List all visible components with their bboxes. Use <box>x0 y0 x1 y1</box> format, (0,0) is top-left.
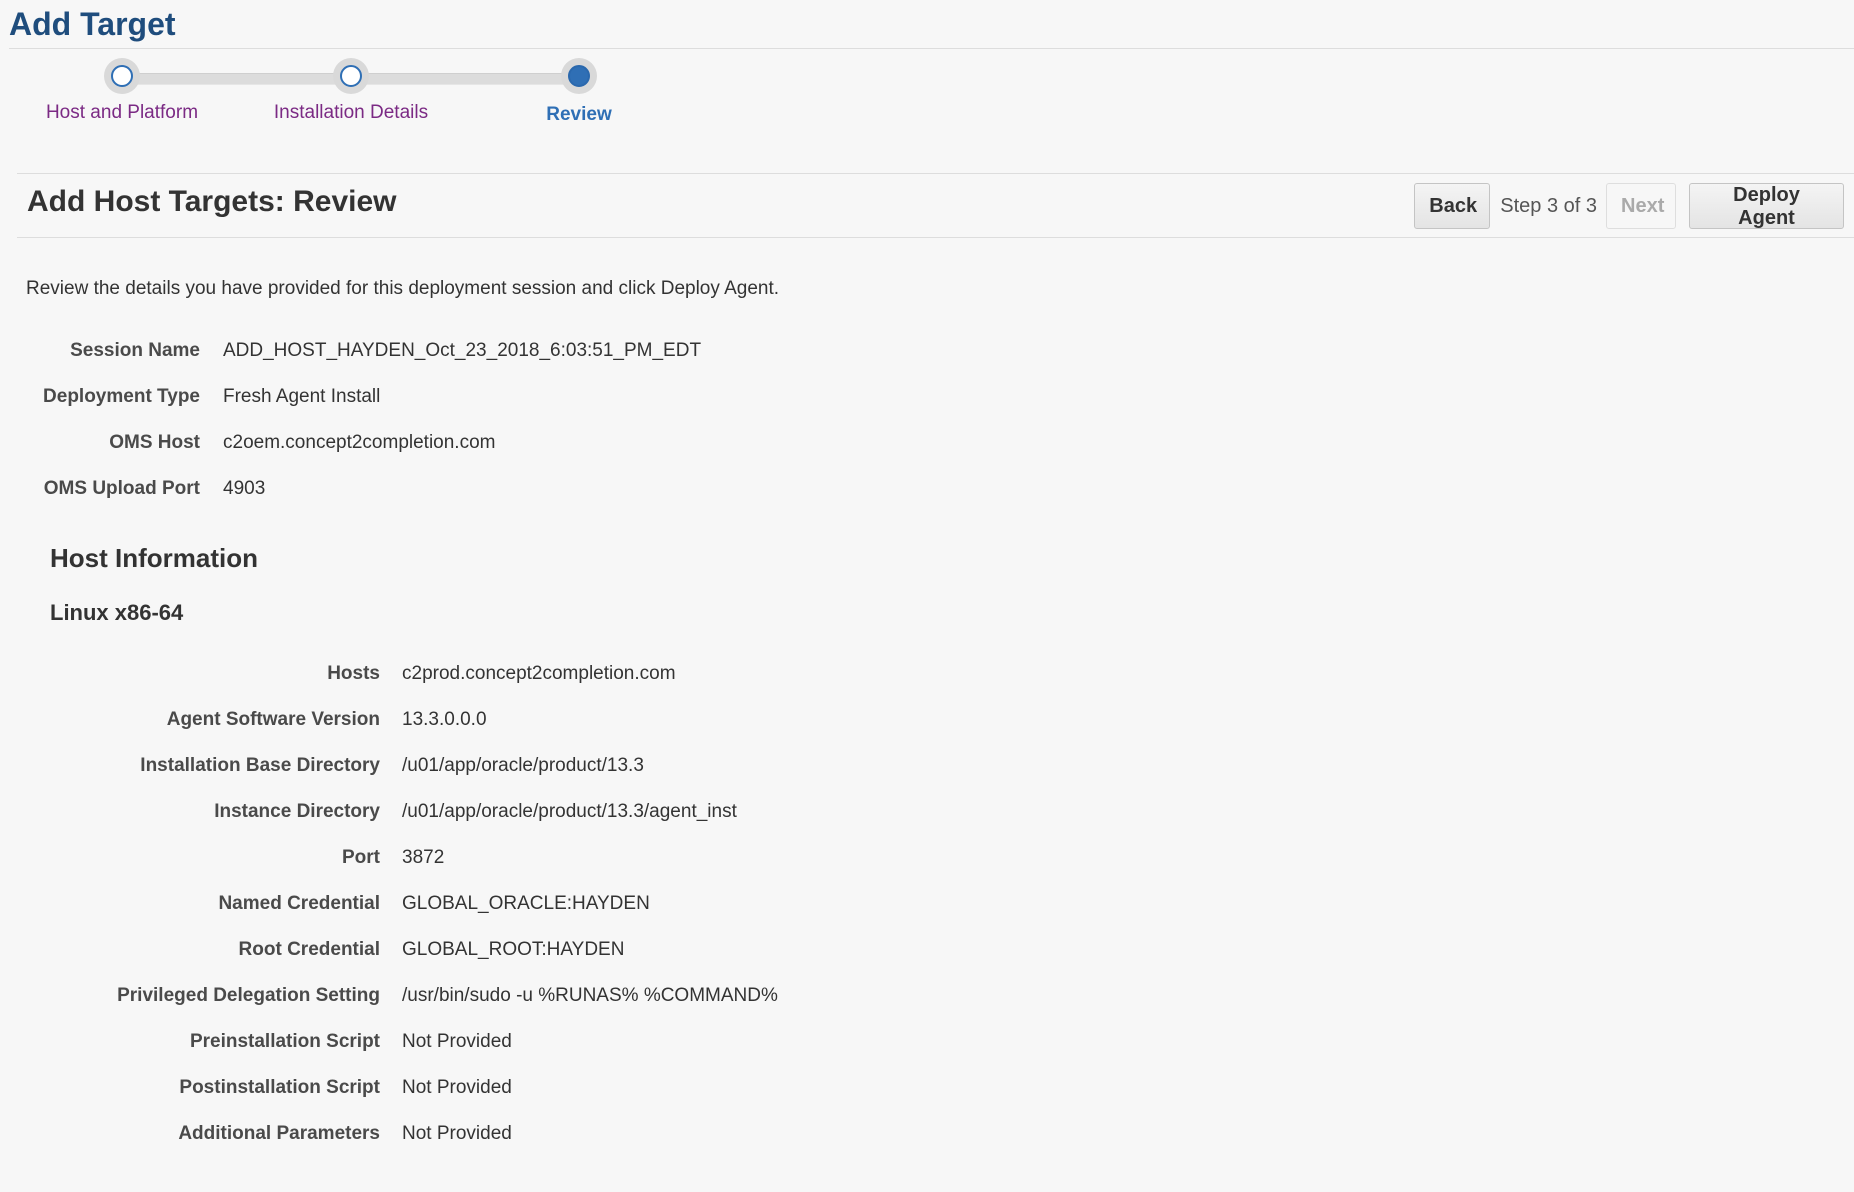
host-row-installation-base-directory: Installation Base Directory /u01/app/ora… <box>0 755 644 777</box>
field-label: Postinstallation Script <box>179 1077 380 1098</box>
field-label: Hosts <box>327 663 380 684</box>
host-row-agent-software-version: Agent Software Version 13.3.0.0.0 <box>0 709 487 731</box>
host-row-port: Port 3872 <box>0 847 444 869</box>
platform-heading: Linux x86-64 <box>50 600 184 625</box>
host-row-preinstallation-script: Preinstallation Script Not Provided <box>0 1031 512 1053</box>
host-row-root-credential: Root Credential GLOBAL_ROOT:HAYDEN <box>0 939 625 961</box>
train-connector <box>352 73 580 85</box>
page-title: Add Target <box>9 6 176 42</box>
field-value: Not Provided <box>402 1031 512 1052</box>
field-value: 4903 <box>223 478 266 499</box>
train-label-installation-details[interactable]: Installation Details <box>274 102 428 124</box>
train-stop-review <box>561 58 597 94</box>
wizard-toolbar: Back Step 3 of 3 Next Deploy Agent <box>1414 183 1844 229</box>
train-stop-host-and-platform[interactable] <box>104 58 140 94</box>
back-button[interactable]: Back <box>1414 183 1491 229</box>
summary-row-deployment-type: Deployment Type Fresh Agent Install <box>0 386 380 408</box>
field-label: OMS Upload Port <box>43 478 200 499</box>
field-label: Session Name <box>70 340 200 361</box>
field-label: Agent Software Version <box>166 709 380 730</box>
review-instructions: Review the details you have provided for… <box>26 278 780 299</box>
field-label: Preinstallation Script <box>189 1031 380 1052</box>
summary-row-oms-upload-port: OMS Upload Port 4903 <box>0 478 266 500</box>
field-value: /u01/app/oracle/product/13.3/agent_inst <box>402 801 737 822</box>
field-value: GLOBAL_ORACLE:HAYDEN <box>402 893 650 914</box>
field-value: Not Provided <box>402 1123 512 1144</box>
train-stop-installation-details[interactable] <box>333 58 369 94</box>
wizard-train: Host and Platform Installation Details R… <box>0 58 700 138</box>
train-stop-indicator <box>568 65 590 87</box>
field-value: GLOBAL_ROOT:HAYDEN <box>402 939 625 960</box>
field-label: Additional Parameters <box>178 1123 380 1144</box>
step-indicator: Step 3 of 3 <box>1500 194 1597 217</box>
section-divider-top <box>17 173 1854 174</box>
field-value: Not Provided <box>402 1077 512 1098</box>
host-information-heading: Host Information <box>50 543 258 573</box>
host-row-named-credential: Named Credential GLOBAL_ORACLE:HAYDEN <box>0 893 650 915</box>
field-value: ADD_HOST_HAYDEN_Oct_23_2018_6:03:51_PM_E… <box>223 340 702 361</box>
host-row-postinstallation-script: Postinstallation Script Not Provided <box>0 1077 512 1099</box>
host-row-instance-directory: Instance Directory /u01/app/oracle/produ… <box>0 801 737 823</box>
field-label: Installation Base Directory <box>140 755 380 776</box>
host-row-privileged-delegation-setting: Privileged Delegation Setting /usr/bin/s… <box>0 985 778 1007</box>
page-title-divider <box>9 48 1854 49</box>
train-stop-indicator <box>340 65 362 87</box>
field-value: 13.3.0.0.0 <box>402 709 487 730</box>
train-label-review: Review <box>546 104 612 125</box>
host-row-additional-parameters: Additional Parameters Not Provided <box>0 1123 512 1145</box>
deploy-agent-button[interactable]: Deploy Agent <box>1689 183 1844 229</box>
field-value: Fresh Agent Install <box>223 386 381 407</box>
field-label: Port <box>342 847 380 868</box>
train-stop-indicator <box>111 65 133 87</box>
field-label: Deployment Type <box>43 386 200 407</box>
section-divider-bottom <box>17 237 1854 238</box>
section-title: Add Host Targets: Review <box>27 185 397 218</box>
field-label: Privileged Delegation Setting <box>117 985 380 1006</box>
summary-row-oms-host: OMS Host c2oem.concept2completion.com <box>0 432 495 454</box>
host-row-hosts: Hosts c2prod.concept2completion.com <box>0 663 676 685</box>
next-button: Next <box>1606 183 1676 229</box>
field-value: c2prod.concept2completion.com <box>402 663 676 684</box>
field-label: OMS Host <box>109 432 200 453</box>
field-label: Instance Directory <box>214 801 380 822</box>
field-label: Root Credential <box>238 939 380 960</box>
summary-row-session-name: Session Name ADD_HOST_HAYDEN_Oct_23_2018… <box>0 340 701 362</box>
field-value: c2oem.concept2completion.com <box>223 432 496 453</box>
field-value: /usr/bin/sudo -u %RUNAS% %COMMAND% <box>402 985 778 1006</box>
train-connector <box>124 73 350 85</box>
train-label-host-and-platform[interactable]: Host and Platform <box>46 102 198 124</box>
field-label: Named Credential <box>218 893 380 914</box>
field-value: /u01/app/oracle/product/13.3 <box>402 755 644 776</box>
field-value: 3872 <box>402 847 445 868</box>
